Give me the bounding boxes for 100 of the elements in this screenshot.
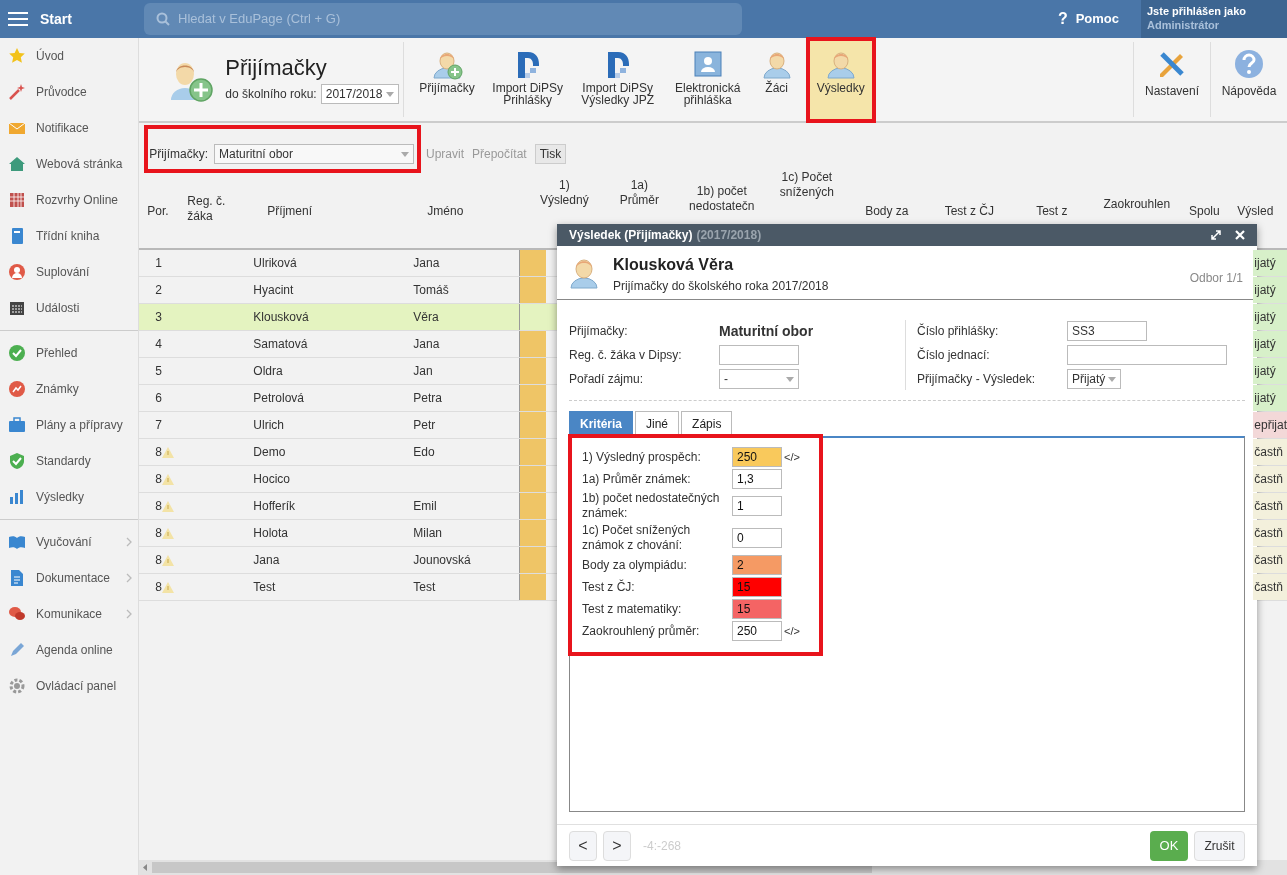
sidebar-item[interactable]: Dokumentace bbox=[0, 560, 139, 596]
sidebar-item[interactable]: Suplování bbox=[0, 254, 139, 290]
table-cell-text: Petr bbox=[413, 417, 436, 434]
score-field[interactable]: 15 bbox=[732, 599, 782, 619]
caret-icon bbox=[786, 376, 794, 382]
column-header[interactable]: Por. bbox=[139, 170, 180, 248]
column-header[interactable]: Příjmení bbox=[259, 170, 420, 248]
score-field[interactable]: 250 bbox=[732, 447, 782, 467]
sidebar-item[interactable]: Plány a přípravy bbox=[0, 407, 139, 443]
field-label: Přijímačky - Výsledek: bbox=[917, 371, 1037, 388]
result-cell: ijatý bbox=[1253, 277, 1287, 303]
house-icon bbox=[8, 155, 26, 173]
select-field[interactable]: - bbox=[719, 369, 799, 389]
table-cell-text: Edo bbox=[413, 444, 435, 461]
score-field[interactable]: 2 bbox=[732, 555, 782, 575]
toolbar-button[interactable]: Nastavení bbox=[1134, 38, 1210, 121]
table-cell-text: Klousková bbox=[253, 309, 310, 326]
text-field[interactable] bbox=[719, 345, 799, 365]
sidebar-item[interactable]: Notifikace bbox=[0, 110, 139, 146]
cancel-button[interactable]: Zrušit bbox=[1194, 830, 1245, 861]
sidebar-item[interactable]: Přehled bbox=[0, 335, 139, 371]
calendar-icon bbox=[8, 299, 26, 317]
id-card-icon bbox=[691, 48, 724, 80]
help-link[interactable]: ? Pomoc bbox=[1057, 7, 1119, 31]
user-menu[interactable]: Jste přihlášen jako Administrátor bbox=[1141, 0, 1287, 38]
sidebar-item[interactable]: Agenda online bbox=[0, 632, 139, 668]
table-cell-text: 5 bbox=[155, 363, 162, 380]
score-cell bbox=[520, 250, 547, 276]
dialog-title: Výsledek (Přijímačky) bbox=[569, 227, 693, 244]
toolbar-button[interactable]: Import DiPSy Výsledky JPZ bbox=[573, 38, 662, 121]
sidebar-item[interactable]: Výsledky bbox=[0, 479, 139, 515]
code-toggle[interactable]: </> bbox=[784, 622, 800, 640]
code-toggle[interactable]: </> bbox=[784, 448, 800, 466]
sidebar-item[interactable]: Známky bbox=[0, 371, 139, 407]
sidebar-item[interactable]: Úvod bbox=[0, 38, 139, 74]
tab[interactable]: Jiné bbox=[635, 411, 680, 436]
sidebar-item[interactable]: Vyučování bbox=[0, 524, 139, 560]
search-field[interactable]: Hledat v EduPage (Ctrl + G) bbox=[144, 3, 742, 35]
criterion-label: Test z matematiky: bbox=[582, 601, 683, 617]
field-label: Pořadí zájmu: bbox=[569, 371, 645, 388]
select-field[interactable]: Přijatý bbox=[1067, 369, 1121, 389]
sidebar-item[interactable]: Průvodce bbox=[0, 74, 139, 110]
sidebar-item[interactable]: Komunikace bbox=[0, 596, 139, 632]
score-field[interactable]: 0 bbox=[732, 528, 782, 548]
sidebar-item[interactable]: Třídní kniha bbox=[0, 218, 139, 254]
table-cell-text: Jana bbox=[253, 552, 281, 569]
table-cell-text: 3 bbox=[155, 309, 162, 326]
sidebar-item[interactable]: Standardy bbox=[0, 443, 139, 479]
sidebar-item[interactable]: Ovládací panel bbox=[0, 668, 139, 704]
score-cell bbox=[520, 466, 547, 492]
search-field[interactable]: Hledat v EduPage (Ctrl + G) bbox=[178, 9, 730, 29]
result-cell: častň bbox=[1253, 466, 1287, 492]
text-field[interactable] bbox=[1067, 345, 1227, 365]
briefcase-icon bbox=[8, 416, 26, 434]
tab[interactable]: Zápis bbox=[681, 411, 733, 436]
print-button[interactable]: Tisk bbox=[534, 144, 567, 164]
toolbar-button[interactable]: Přijímačky bbox=[412, 38, 482, 121]
field-label: Číslo jednací: bbox=[917, 346, 991, 364]
score-field[interactable]: 1 bbox=[732, 496, 782, 516]
score-cell bbox=[520, 520, 547, 546]
nav-button[interactable]: > bbox=[603, 830, 631, 861]
help-icon bbox=[1233, 48, 1265, 80]
menu-icon[interactable] bbox=[8, 11, 28, 27]
table-cell-text: Samatová bbox=[253, 336, 309, 353]
score-field[interactable]: 250 bbox=[732, 621, 782, 641]
field-label: Reg. č. žáka v Dipsy: bbox=[569, 347, 683, 364]
criterion-label: 1b) počet nedostatečných známek: bbox=[582, 491, 721, 521]
student-name: Klousková Věra bbox=[613, 255, 735, 275]
toolbar-button[interactable]: Elektronická přihláška bbox=[663, 38, 752, 121]
column-header[interactable]: Jméno bbox=[419, 170, 525, 248]
chart-icon bbox=[8, 380, 26, 398]
score-field[interactable]: 15 bbox=[732, 577, 782, 597]
result-cell: častň bbox=[1253, 493, 1287, 519]
sidebar-item[interactable]: Události bbox=[0, 290, 139, 326]
close-icon[interactable] bbox=[1235, 230, 1245, 240]
toolbar-button[interactable]: Nápověda bbox=[1211, 38, 1287, 121]
column-header[interactable]: Reg. č. žáka bbox=[179, 170, 260, 248]
table-cell-text: 2 bbox=[155, 282, 162, 299]
table-cell-text: Hocico bbox=[253, 471, 291, 488]
tab[interactable]: Kritéria bbox=[569, 411, 634, 436]
toolbar-button[interactable]: Import DiPSy Prihlášky bbox=[483, 38, 572, 121]
admission-select[interactable]: Maturitní obor bbox=[214, 144, 414, 164]
toolbar-button[interactable]: Žáci bbox=[753, 38, 800, 121]
sidebar-item[interactable]: Rozvrhy Online bbox=[0, 182, 139, 218]
text-field[interactable]: SS3 bbox=[1067, 321, 1147, 341]
table-cell-text: Jana bbox=[413, 255, 440, 272]
result-cell: častň bbox=[1253, 574, 1287, 600]
nav-button[interactable]: < bbox=[569, 830, 597, 861]
field-value: Maturitní obor bbox=[719, 321, 814, 341]
gear-icon bbox=[8, 677, 26, 695]
score-field[interactable]: 1,3 bbox=[732, 469, 782, 489]
expand-icon[interactable] bbox=[1211, 230, 1221, 240]
year-select[interactable]: 2017/2018 bbox=[320, 84, 400, 104]
result-cell: ijatý bbox=[1253, 385, 1287, 411]
table-cell-text: Petra bbox=[413, 390, 442, 407]
sidebar-item[interactable]: Webová stránka bbox=[0, 146, 139, 182]
result-cell: epřijat bbox=[1253, 412, 1287, 438]
field-label: Číslo přihlášky: bbox=[917, 322, 1000, 340]
search-icon bbox=[156, 12, 170, 26]
start-link[interactable]: Start bbox=[40, 8, 72, 30]
